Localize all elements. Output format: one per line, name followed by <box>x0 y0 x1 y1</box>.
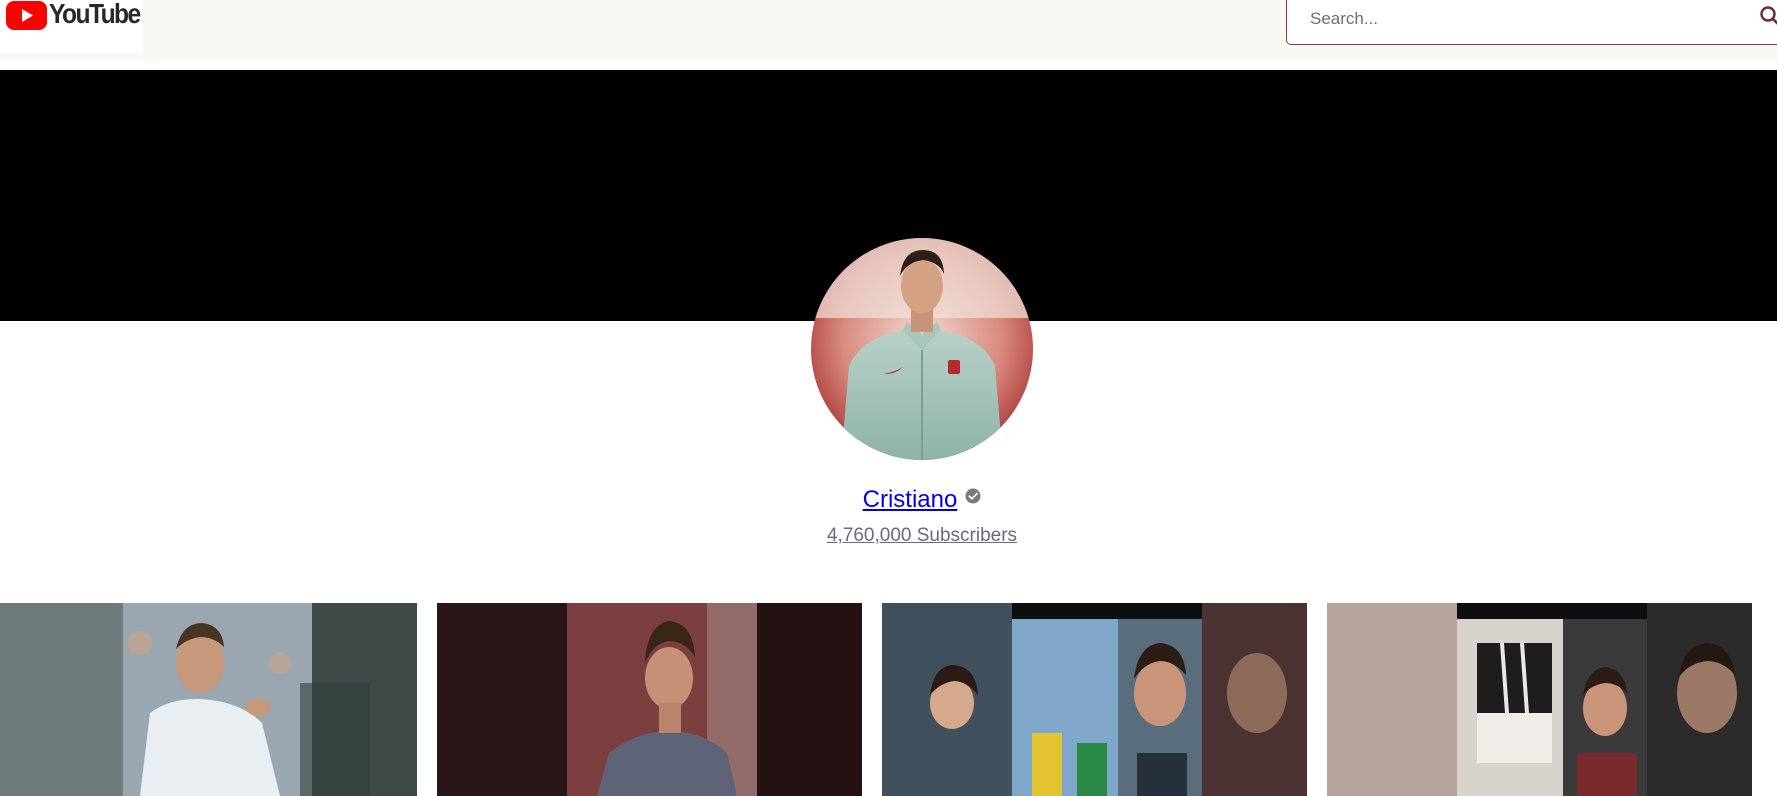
channel-name-link[interactable]: Cristiano <box>863 486 958 513</box>
youtube-play-icon <box>6 1 47 30</box>
top-bar: YouTube <box>0 0 1777 61</box>
youtube-logo[interactable]: YouTube <box>0 0 143 53</box>
channel-avatar[interactable] <box>811 238 1033 460</box>
video-thumbnail-2[interactable] <box>437 603 862 796</box>
search-input[interactable] <box>1308 5 1712 33</box>
video-thumbnail-4[interactable] <box>1327 603 1752 796</box>
subscriber-count[interactable]: 4,760,000 Subscribers <box>827 525 1017 546</box>
video-thumbnail-1[interactable] <box>0 603 417 796</box>
channel-title-row: Cristiano <box>0 486 1777 514</box>
search-icon[interactable] <box>1759 5 1777 27</box>
video-thumbnail-3[interactable] <box>882 603 1307 796</box>
subscriber-row: 4,760,000 Subscribers <box>0 525 1777 547</box>
video-grid <box>0 603 1777 796</box>
verified-check-icon <box>965 488 981 504</box>
search-bar[interactable] <box>1286 0 1777 45</box>
logo-text: YouTube <box>49 0 141 29</box>
